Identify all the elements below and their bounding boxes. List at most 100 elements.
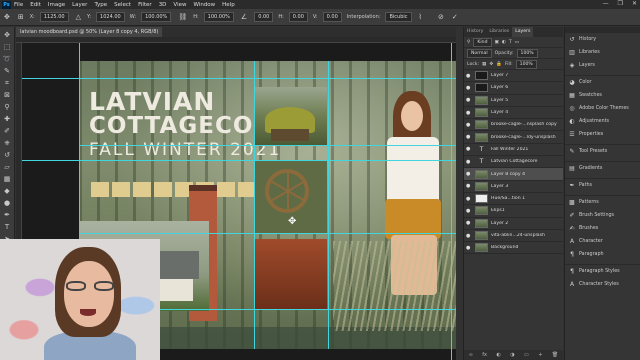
warp-icon[interactable]: ⌇ <box>419 13 422 21</box>
close-icon[interactable]: ✕ <box>632 0 637 7</box>
delta-icon[interactable]: △ <box>76 13 81 21</box>
eye-icon[interactable]: ● <box>466 159 472 165</box>
crop-tool-icon[interactable]: ⌗ <box>3 79 12 87</box>
tab-history[interactable]: History <box>464 27 486 37</box>
height-field[interactable]: 100.00% <box>203 12 234 22</box>
dock-item-paths[interactable]: ✒ Paths <box>565 179 640 192</box>
eye-icon[interactable]: ● <box>466 134 472 140</box>
minimize-icon[interactable]: — <box>603 0 609 7</box>
menu-image[interactable]: Image <box>48 2 65 8</box>
dock-item-character[interactable]: A Character <box>565 235 640 248</box>
eye-icon[interactable]: ● <box>466 208 472 214</box>
eye-icon[interactable]: ● <box>466 233 472 239</box>
eye-icon[interactable]: ● <box>466 85 472 91</box>
brush-tool-icon[interactable]: ✐ <box>3 127 12 135</box>
reference-point-icon[interactable]: ⊞ <box>18 13 24 21</box>
pen-tool-icon[interactable]: ✒ <box>3 211 12 219</box>
menu-window[interactable]: Window <box>193 2 215 8</box>
menu-file[interactable]: File <box>14 2 23 8</box>
clone-stamp-tool-icon[interactable]: ⎈ <box>3 139 12 147</box>
y-field[interactable]: 1024.00 <box>96 12 125 22</box>
layer-row[interactable]: ● Layer 4 <box>464 107 563 120</box>
dock-item-libraries[interactable]: ▥ Libraries <box>565 46 640 59</box>
filter-kind-select[interactable]: Kind <box>473 37 492 47</box>
dock-item-brush-settings[interactable]: ✐ Brush Settings <box>565 209 640 222</box>
move-tool-icon[interactable]: ✥ <box>4 13 10 21</box>
layer-row[interactable]: ● T Fall Winter 2021 <box>464 144 563 157</box>
h-skew-field[interactable]: 0.00 <box>288 12 308 22</box>
dock-item-brushes[interactable]: ✍ Brushes <box>565 222 640 235</box>
opacity-field[interactable]: 100% <box>516 48 538 58</box>
tab-layers[interactable]: Layers <box>512 27 534 37</box>
dock-item-character-styles[interactable]: A Character Styles <box>565 278 640 291</box>
dock-item-swatches[interactable]: ▦ Swatches <box>565 89 640 102</box>
dock-item-gradients[interactable]: ▤ Gradients <box>565 162 640 175</box>
dock-item-history[interactable]: ↺ History <box>565 33 640 46</box>
gradient-tool-icon[interactable]: ▦ <box>3 175 12 183</box>
dodge-tool-icon[interactable]: ● <box>3 199 12 207</box>
dock-item-tool-presets[interactable]: ✎ Tool Presets <box>565 145 640 158</box>
v-skew-field[interactable]: 0.00 <box>322 12 342 22</box>
eye-icon[interactable]: ● <box>466 171 472 177</box>
eye-icon[interactable]: ● <box>466 110 472 116</box>
history-brush-tool-icon[interactable]: ↺ <box>3 151 12 159</box>
menu-type[interactable]: Type <box>94 2 107 8</box>
move-tool-icon[interactable]: ✥ <box>3 31 12 39</box>
eye-icon[interactable]: ● <box>466 196 472 202</box>
menu-select[interactable]: Select <box>114 2 131 8</box>
guide-vertical[interactable] <box>451 43 452 360</box>
angle-field[interactable]: 0.00 <box>254 12 274 22</box>
interpolation-select[interactable]: Bicubic <box>385 12 412 22</box>
filter-shape-icon[interactable]: ▭ <box>515 40 519 45</box>
guide-vertical[interactable] <box>254 61 255 349</box>
filter-adjust-icon[interactable]: ◐ <box>502 40 506 45</box>
blend-mode-select[interactable]: Normal <box>467 48 492 58</box>
lock-position-icon[interactable]: ✥ <box>489 62 493 67</box>
guide-horizontal[interactable] <box>22 160 456 161</box>
layer-row[interactable]: ● brooke-cagle-...nsplash copy <box>464 119 563 132</box>
guide-horizontal[interactable] <box>79 145 456 146</box>
layer-row[interactable]: ● Layer 7 <box>464 70 563 83</box>
healing-brush-tool-icon[interactable]: ✚ <box>3 115 12 123</box>
new-group-icon[interactable]: ▭ <box>524 352 529 358</box>
guide-horizontal[interactable] <box>79 233 456 234</box>
dock-item-patterns[interactable]: ▩ Patterns <box>565 196 640 209</box>
quick-select-tool-icon[interactable]: ✎ <box>3 67 12 75</box>
layer-row[interactable]: ● Layer 3 <box>464 181 563 193</box>
eye-icon[interactable]: ● <box>466 122 472 128</box>
dock-item-color-themes[interactable]: ◎ Adobe Color Themes <box>565 102 640 115</box>
layer-row-selected[interactable]: ● Layer 8 copy 4 <box>464 168 563 181</box>
guide-vertical[interactable] <box>328 61 329 349</box>
menu-filter[interactable]: Filter <box>138 2 152 8</box>
marquee-tool-icon[interactable]: ⬚ <box>3 43 12 51</box>
woman-in-field-photo[interactable] <box>333 61 456 331</box>
layer-row[interactable]: ● Layer 6 <box>464 82 563 95</box>
menu-view[interactable]: View <box>173 2 186 8</box>
eye-icon[interactable]: ● <box>466 97 472 103</box>
blur-tool-icon[interactable]: ◆ <box>3 187 12 195</box>
layer-row[interactable]: ● Hue/Sa...tion 1 <box>464 193 563 206</box>
dock-item-paragraph[interactable]: ¶ Paragraph <box>565 248 640 261</box>
wooden-interior-photo[interactable] <box>255 239 327 309</box>
link-icon[interactable]: ⛓ <box>178 13 187 21</box>
layer-style-icon[interactable]: fx <box>482 352 487 358</box>
delete-layer-icon[interactable]: 🗑 <box>552 352 558 358</box>
document-tab[interactable]: latvian moodboard.psd @ 50% (Layer 8 cop… <box>16 27 163 37</box>
maximize-icon[interactable]: ❐ <box>618 0 623 7</box>
layer-row[interactable]: ● Layer 2 <box>464 218 563 230</box>
eye-icon[interactable]: ● <box>466 183 472 189</box>
menu-layer[interactable]: Layer <box>72 2 87 8</box>
layer-row[interactable]: ● T Latvian Cottagecore <box>464 156 563 169</box>
layer-row[interactable]: ● Layer 5 <box>464 95 563 107</box>
eyedropper-tool-icon[interactable]: ⚲ <box>3 103 12 111</box>
dock-item-adjustments[interactable]: ◐ Adjustments <box>565 115 640 128</box>
eye-icon[interactable]: ● <box>466 146 472 152</box>
type-tool-icon[interactable]: T <box>3 223 12 231</box>
dock-item-properties[interactable]: ☰ Properties <box>565 128 640 141</box>
eye-icon[interactable]: ● <box>466 73 472 79</box>
thatched-hut-photo[interactable] <box>255 87 327 145</box>
cancel-transform-icon[interactable]: ⊘ <box>438 13 444 21</box>
commit-transform-icon[interactable]: ✓ <box>452 13 458 21</box>
layer-row[interactable]: ● Elips1 <box>464 205 563 218</box>
eraser-tool-icon[interactable]: ▱ <box>3 163 12 171</box>
